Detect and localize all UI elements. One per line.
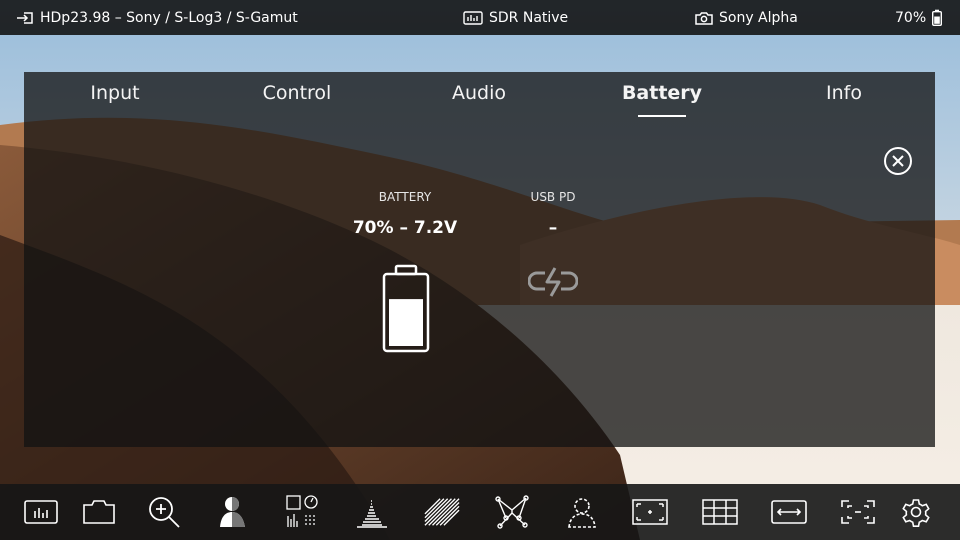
zebra-button[interactable] [424, 494, 460, 530]
scopes-icon [286, 495, 318, 527]
display-mode-text: SDR Native [489, 9, 569, 26]
input-icon [16, 11, 34, 25]
waveform-monitor-button[interactable] [23, 494, 59, 530]
zoom-button[interactable] [146, 494, 182, 530]
tab-bar: Input Control Audio Battery Info [24, 72, 935, 122]
frame-guides-icon [632, 499, 668, 525]
grid-icon [702, 499, 738, 525]
tab-input[interactable]: Input [90, 82, 139, 104]
zebra-icon [424, 498, 460, 526]
face-detect-icon [568, 498, 596, 528]
histogram-button[interactable] [354, 494, 390, 530]
focus-assist-icon [495, 495, 529, 529]
input-source-text: HDp23.98 – Sony / S-Log3 / S-Gamut [40, 9, 298, 26]
camera-status[interactable]: Sony Alpha [695, 10, 798, 26]
settings-gear-icon [902, 499, 930, 527]
close-button[interactable] [884, 147, 912, 175]
grid-button[interactable] [702, 494, 738, 530]
battery-large-icon [381, 264, 431, 358]
battery-percent-text: 70% [895, 9, 927, 26]
settings-panel: Input Control Audio Battery Info BATTERY… [24, 72, 935, 447]
tab-audio[interactable]: Audio [452, 82, 506, 104]
camera-bag-icon [83, 500, 115, 524]
usb-power-link-icon [527, 267, 579, 301]
focus-assist-button[interactable] [494, 494, 530, 530]
waveform-icon [463, 10, 483, 25]
settings-button[interactable] [898, 494, 934, 530]
battery-level-fill [389, 299, 423, 346]
camera-bag-button[interactable] [81, 494, 117, 530]
anamorphic-desqueeze-icon [771, 500, 807, 524]
safe-area-button[interactable] [840, 494, 876, 530]
histogram-icon [357, 500, 387, 528]
tab-battery[interactable]: Battery [622, 82, 702, 104]
safe-area-icon [841, 500, 875, 524]
face-detect-button[interactable] [564, 494, 600, 530]
bottom-toolbar [0, 484, 960, 540]
usb-pd-label: USB PD [530, 190, 576, 204]
battery-small-icon [932, 9, 943, 26]
status-bar: HDp23.98 – Sony / S-Log3 / S-Gamut SDR N… [0, 0, 960, 35]
false-color-icon [220, 497, 245, 527]
scopes-button[interactable] [284, 494, 320, 530]
frame-guides-button[interactable] [632, 494, 668, 530]
display-mode-status[interactable]: SDR Native [463, 10, 568, 26]
camera-icon [695, 11, 713, 25]
battery-label: BATTERY [378, 190, 432, 204]
camera-text: Sony Alpha [719, 9, 798, 26]
tab-info[interactable]: Info [826, 82, 862, 104]
false-color-button[interactable] [215, 494, 251, 530]
active-tab-indicator [638, 115, 686, 117]
usb-pd-value: – [548, 218, 558, 238]
close-icon [892, 155, 904, 167]
battery-status[interactable]: 70% [895, 9, 943, 26]
input-source-status[interactable]: HDp23.98 – Sony / S-Log3 / S-Gamut [16, 10, 298, 26]
anamorphic-desqueeze-button[interactable] [771, 494, 807, 530]
tab-control[interactable]: Control [263, 82, 332, 104]
zoom-icon [149, 497, 180, 528]
battery-value: 70% – 7.2V [352, 218, 458, 238]
waveform-monitor-icon [24, 500, 58, 524]
